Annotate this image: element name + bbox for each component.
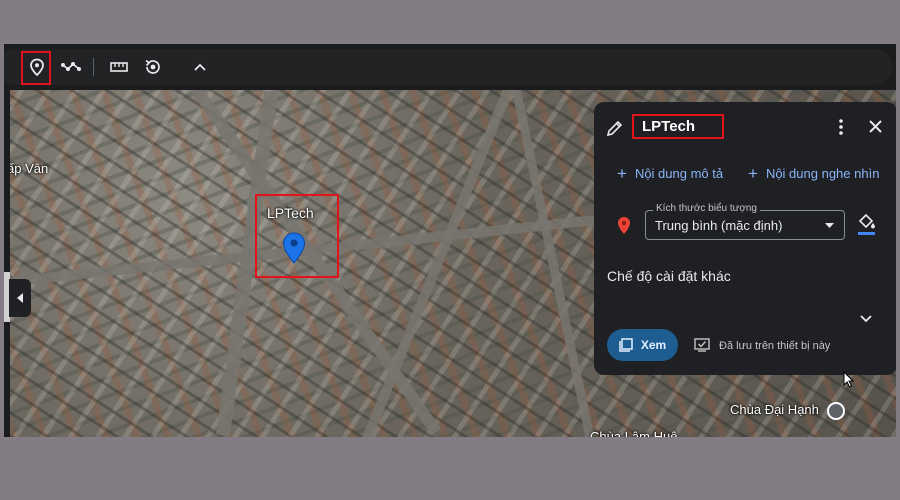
view-button-label: Xem (640, 338, 667, 352)
plus-icon: + (748, 164, 758, 183)
ruler-icon (110, 62, 128, 72)
add-description-label: Nội dung mô tả (634, 166, 724, 181)
chevron-left-icon (17, 293, 23, 303)
path-icon (61, 62, 81, 71)
tool-highlight-box (21, 51, 51, 85)
add-media-button[interactable]: + Nội dung nghe nhìn (748, 164, 880, 183)
more-options-icon[interactable] (838, 118, 844, 136)
measure-button[interactable] (108, 56, 130, 78)
toolbar-divider (93, 58, 94, 76)
saved-status-text: Đã lưu trên thiết bị này (719, 340, 831, 352)
pencil-icon[interactable] (606, 119, 624, 137)
mouse-cursor-icon (843, 371, 854, 388)
map-label: Chùa Lâm Huệ (590, 429, 678, 437)
marker-icon (618, 217, 630, 234)
plus-icon: + (617, 164, 627, 183)
more-settings-toggle[interactable]: Chế độ cài đặt khác (607, 268, 731, 284)
chevron-down-icon[interactable] (860, 315, 872, 323)
add-media-label: Nội dung nghe nhìn (765, 166, 880, 181)
icon-size-label: Kích thước biểu tượng (653, 203, 760, 214)
dropdown-arrow-icon (825, 223, 834, 228)
draw-path-button[interactable] (60, 56, 82, 78)
placemark-highlight-box (255, 194, 339, 278)
chevron-up-icon (194, 63, 206, 71)
map-road (355, 90, 515, 437)
gallery-icon (619, 338, 633, 352)
close-icon[interactable] (869, 120, 882, 133)
collapse-panel-handle[interactable] (9, 279, 31, 317)
placemark-panel: LPTech + Nội dung mô tả + Nội dung nghe … (594, 102, 896, 388)
poi-icon[interactable] (827, 402, 845, 420)
map-label: ấp Vân (10, 161, 49, 176)
tour-button[interactable] (142, 56, 164, 78)
map-label: Chùa Đại Hạnh (730, 402, 819, 417)
icon-size-value: Trung bình (mặc định) (655, 218, 783, 233)
toolbar (4, 49, 892, 85)
saved-on-device-icon (694, 338, 710, 352)
add-description-button[interactable]: + Nội dung mô tả (617, 164, 724, 183)
title-highlight-box (632, 114, 724, 139)
map-road (508, 90, 601, 437)
tour-icon (145, 59, 160, 74)
app-window: ấp Vân LPTech Chùa Đại Hạnh Chùa Lâm Huệ (4, 44, 896, 437)
view-button[interactable]: Xem (607, 329, 678, 361)
collapse-toolbar-button[interactable] (189, 56, 211, 78)
icon-size-select[interactable]: Kích thước biểu tượng Trung bình (mặc đị… (645, 203, 845, 240)
paint-bucket-icon[interactable] (856, 212, 876, 236)
